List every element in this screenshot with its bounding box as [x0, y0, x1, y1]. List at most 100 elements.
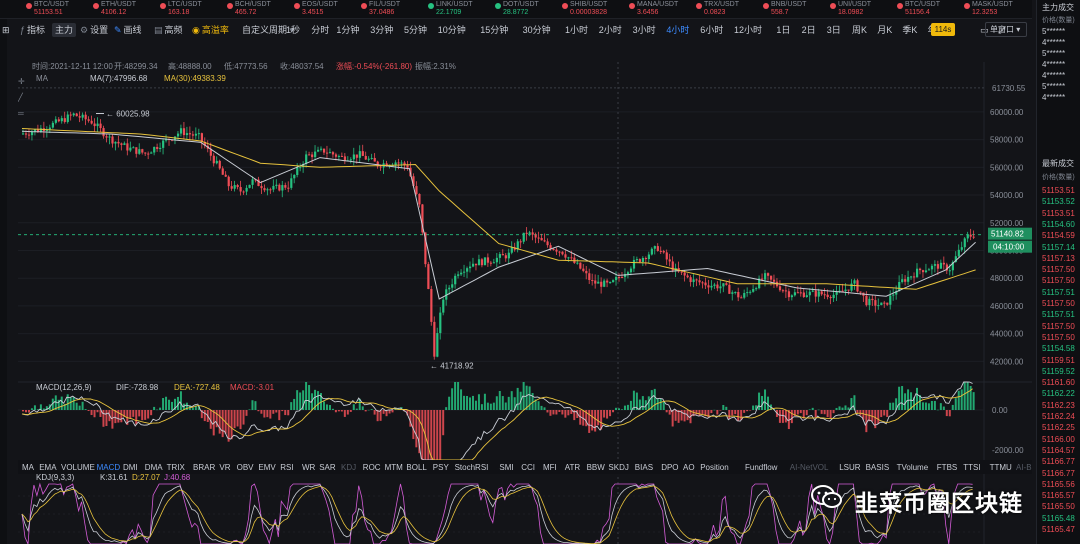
indicator-tab[interactable]: ROC [363, 463, 381, 472]
period-tab[interactable]: 分时 [311, 23, 329, 37]
main-button[interactable]: 主力 [52, 23, 77, 37]
candle-body [787, 291, 791, 298]
hline-icon[interactable]: ═ [18, 109, 24, 118]
period-tab[interactable]: 2日 [802, 23, 816, 37]
ticker-strip: BTC/USDT 51153.51 ETH/USDT 4106.12 LTC/USDT 1… [0, 0, 1032, 19]
ticker-item[interactable]: BNB/USDT 558.7 [761, 1, 823, 18]
indicator-tab[interactable]: PSY [433, 463, 450, 472]
indicator-tab[interactable]: StochRSI [455, 463, 489, 472]
ticker-item[interactable]: BTC/USDT 51153.51 [24, 1, 86, 18]
indicator-button[interactable]: ƒ 指标 [20, 23, 45, 37]
ticker-item[interactable]: EOS/USDT 3.4515 [292, 1, 354, 18]
candle-body [132, 147, 135, 149]
ticker-item[interactable]: MANA/USDT 3.6456 [627, 1, 689, 18]
ticker-item[interactable]: FIL/USDT 37.0486 [359, 1, 421, 18]
trading-chart[interactable]: ← 60025.98 ← 41718.92 0.00 -2000.00 60000.… [18, 40, 1032, 544]
layout-grid-icon[interactable]: ⊞ [2, 23, 10, 37]
indicator-tab[interactable]: AO [683, 463, 695, 472]
ohlc-low: 低:47773.56 [224, 61, 268, 71]
candle-body [713, 284, 716, 286]
settings-button[interactable]: ⚙ 设置 [80, 23, 108, 37]
indicator-tab[interactable]: DMI [123, 463, 138, 472]
crosshair-icon[interactable]: ✛ [18, 77, 25, 86]
indicator-tab[interactable]: SAR [319, 463, 336, 472]
macd-bar [325, 404, 328, 410]
indicator-tab[interactable]: VOLUME [61, 463, 95, 472]
period-tab[interactable]: 5分钟 [404, 23, 427, 37]
period-tab[interactable]: 1小时 [565, 23, 588, 37]
indicator-tab[interactable]: BBW [587, 463, 606, 472]
ticker-item[interactable]: LTC/USDT 163.18 [158, 1, 220, 18]
indicator-tab[interactable]: DMA [145, 463, 163, 472]
period-tab[interactable]: 周K [852, 23, 867, 37]
indicator-tab[interactable]: MFI [543, 463, 557, 472]
ticker-item[interactable]: BTC/USDT 51156.4 [895, 1, 957, 18]
indicator-tab[interactable]: BIAS [635, 463, 653, 472]
indicator-tab[interactable]: TTSI [963, 463, 980, 472]
period-tab[interactable]: 1日 [776, 23, 790, 37]
period-tab[interactable]: 4小时 [666, 23, 689, 37]
indicator-tab[interactable]: KDJ [341, 463, 356, 472]
indicator-tab[interactable]: MTM [385, 463, 404, 472]
indicator-tab[interactable]: FTBS [937, 463, 957, 472]
period-tab[interactable]: 季K [902, 23, 917, 37]
trendline-icon[interactable]: ╱ [18, 92, 24, 102]
macd-bar [555, 410, 558, 415]
ticker-item[interactable]: MASK/USDT 12.3253 [962, 1, 1024, 18]
candle-body [105, 136, 108, 138]
period-tab[interactable]: 30分钟 [523, 23, 551, 37]
layout-select[interactable]: 单窗口 ▾ [985, 22, 1027, 37]
period-tab[interactable]: 1分钟 [336, 23, 359, 37]
indicator-tab[interactable]: OBV [237, 463, 255, 472]
indicator-tab[interactable]: AI-BDI [1016, 463, 1032, 472]
candle-body [802, 292, 805, 297]
indicator-tab[interactable]: Fundflow [745, 463, 778, 472]
period-tab[interactable]: 15分钟 [480, 23, 508, 37]
indicator-tab[interactable]: WR [302, 463, 316, 472]
indicator-tab[interactable]: VR [219, 463, 230, 472]
period-tab[interactable]: 2小时 [599, 23, 622, 37]
indicator-tab[interactable]: MA [22, 463, 35, 472]
indicator-tab[interactable]: TTMU [990, 463, 1012, 472]
indicator-tab[interactable]: DPO [661, 463, 678, 472]
indicator-tab[interactable]: BOLL [406, 463, 427, 472]
indicator-tab[interactable]: BRAR [193, 463, 215, 472]
macd-bar [674, 410, 677, 421]
indicator-tab[interactable]: SKDJ [608, 463, 628, 472]
indicator-tab[interactable]: EMA [39, 463, 57, 472]
ticker-item[interactable]: BCH/USDT 465.72 [225, 1, 287, 18]
macd-bar [287, 410, 290, 416]
period-tab[interactable]: 3小时 [633, 23, 656, 37]
candle-body [200, 133, 203, 142]
indicator-tab[interactable]: SMI [499, 463, 513, 472]
premium-button[interactable]: ◉ 高溢率 [192, 23, 229, 37]
ticker-item[interactable]: DOT/USDT 28.8772 [493, 1, 555, 18]
period-tab[interactable]: 12小时 [734, 23, 762, 37]
period-tab[interactable]: 月K [877, 23, 892, 37]
period-tab[interactable]: 3日 [827, 23, 841, 37]
indicator-tab[interactable]: ATR [565, 463, 581, 472]
ticker-item[interactable]: TRX/USDT 0.0823 [694, 1, 756, 18]
indicator-tab[interactable]: BASIS [866, 463, 890, 472]
ticker-item[interactable]: UNI/USDT 18.0982 [828, 1, 890, 18]
indicator-tab[interactable]: Position [700, 463, 728, 472]
ticker-item[interactable]: SHIB/USDT 0.00003828 [560, 1, 622, 18]
high-freq-button[interactable]: ▤ 高频 [154, 23, 183, 37]
period-tab[interactable]: 1秒 [286, 23, 300, 37]
indicator-tab[interactable]: RSI [280, 463, 293, 472]
indicator-tab[interactable]: EMV [258, 463, 276, 472]
indicator-tab[interactable]: LSUR [839, 463, 861, 472]
period-tab[interactable]: 6小时 [700, 23, 723, 37]
ticker-item[interactable]: ETH/USDT 4106.12 [91, 1, 153, 18]
period-tab[interactable]: 3分钟 [370, 23, 393, 37]
indicator-tab[interactable]: TVolume [897, 463, 929, 472]
indicator-tab[interactable]: MACD [97, 463, 121, 472]
indicator-tab[interactable]: AI-NetVOL [790, 463, 829, 472]
draw-line-button[interactable]: ✎ 画线 [114, 23, 142, 37]
indicator-tab[interactable]: TRIX [167, 463, 186, 472]
macd-bar [883, 410, 886, 416]
indicator-tab[interactable]: CCI [521, 463, 535, 472]
macd-bar [930, 400, 933, 410]
period-tab[interactable]: 10分钟 [438, 23, 466, 37]
ticker-item[interactable]: LINK/USDT 22.1709 [426, 1, 488, 18]
